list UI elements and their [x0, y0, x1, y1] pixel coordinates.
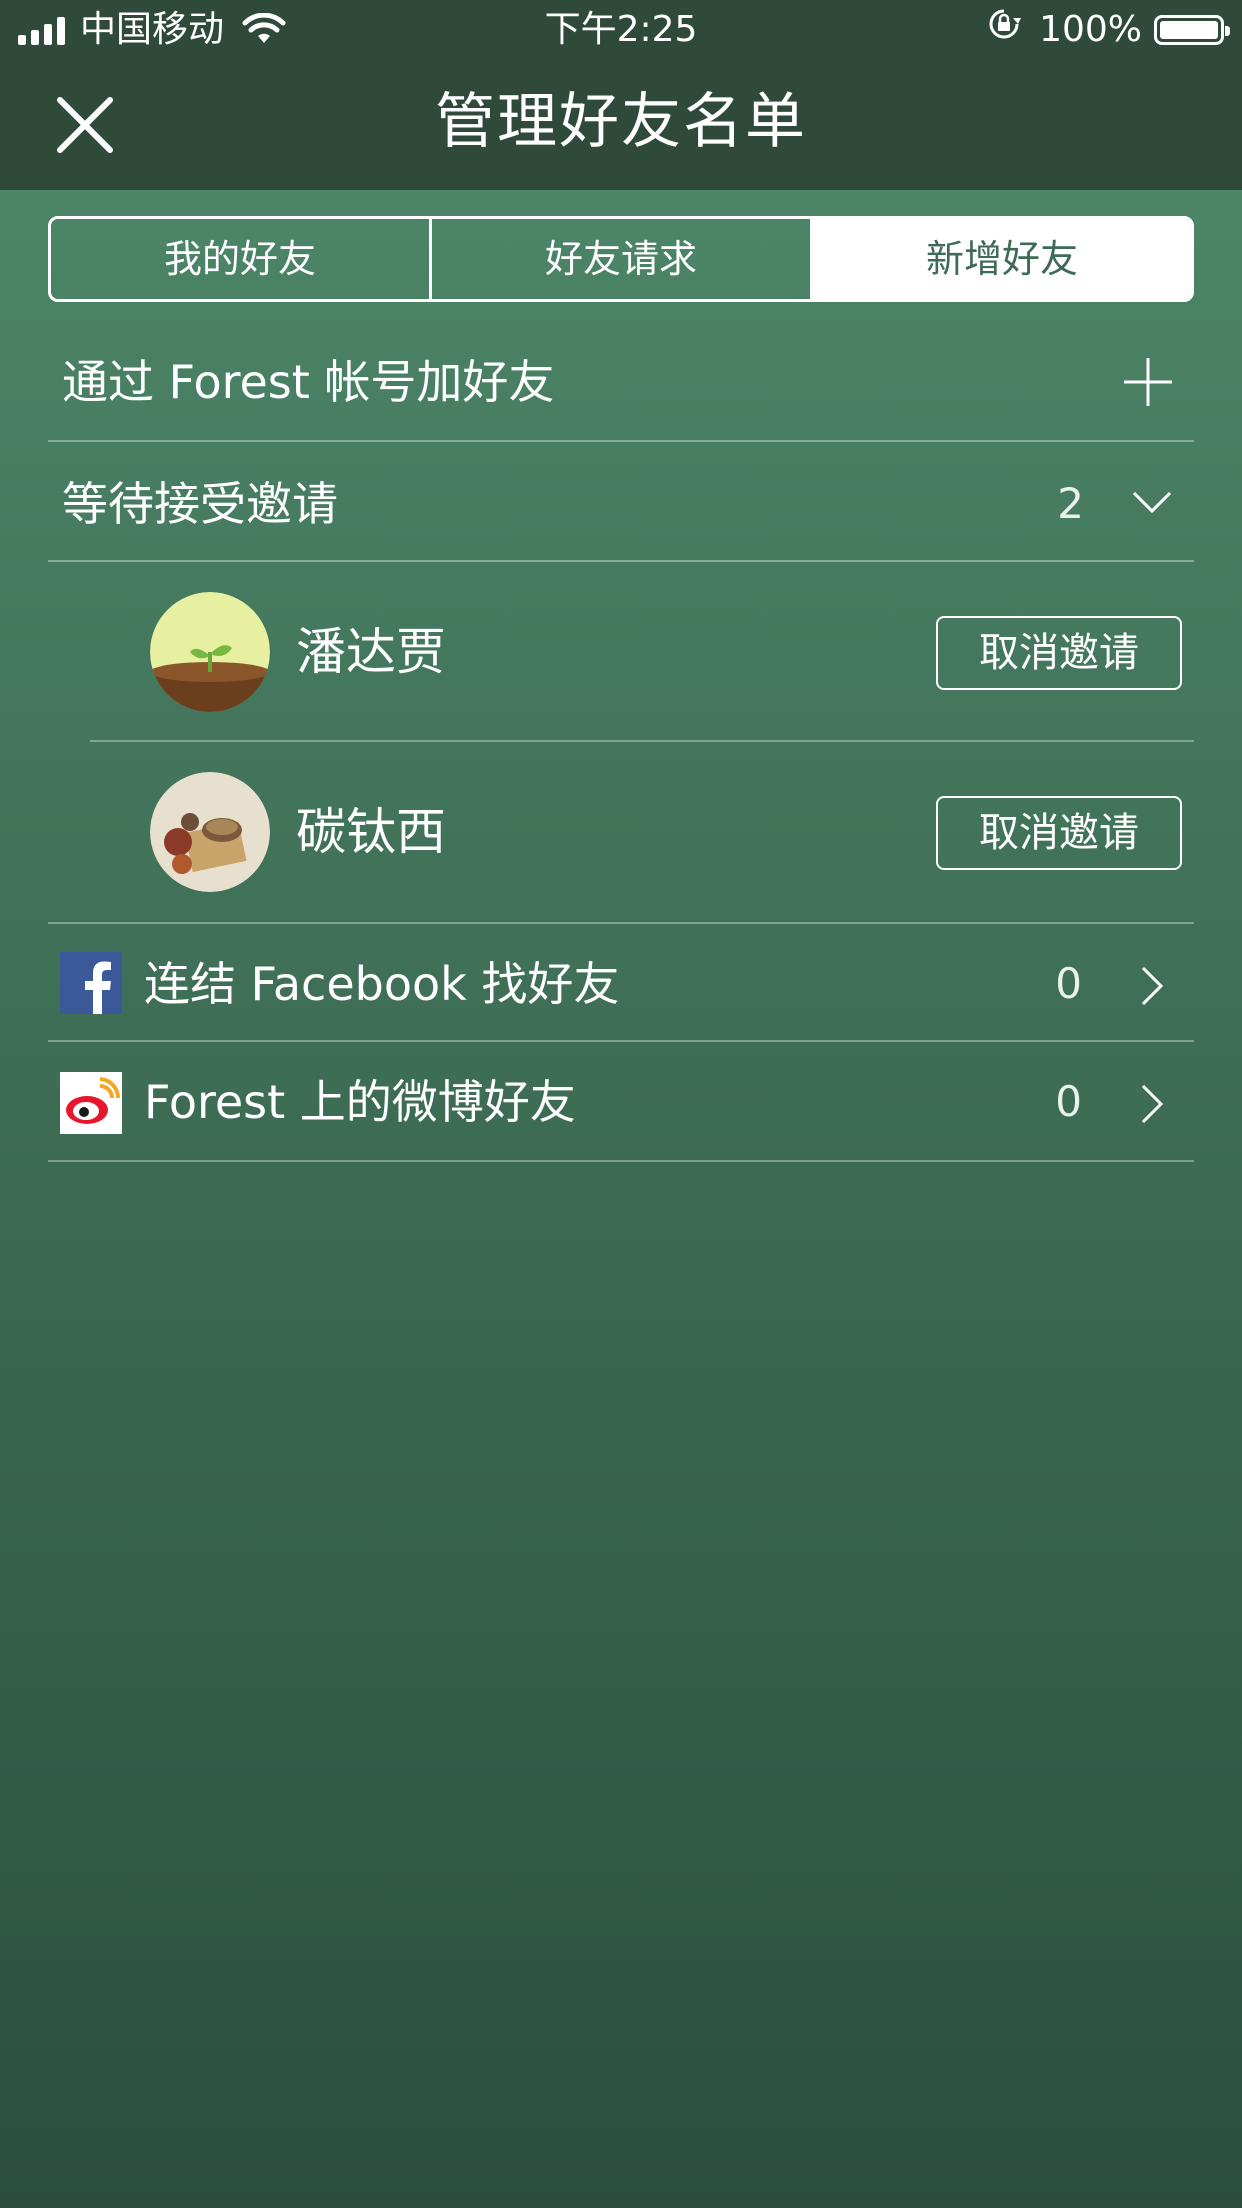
tab-friend-requests[interactable]: 好友请求 — [429, 219, 810, 299]
add-by-account-label: 通过 Forest 帐号加好友 — [62, 355, 555, 409]
list-item: 碳钛西 取消邀请 — [90, 742, 1194, 922]
food-photo-icon — [150, 772, 270, 892]
weibo-count: 0 — [1055, 1077, 1082, 1126]
chevron-right-icon[interactable] — [1140, 1084, 1164, 1128]
title-bar: 管理好友名单 — [0, 60, 1242, 190]
chevron-down-icon[interactable] — [1132, 490, 1172, 518]
cancel-invitation-button[interactable]: 取消邀请 — [936, 616, 1182, 690]
plus-icon[interactable] — [1122, 356, 1174, 412]
facebook-count: 0 — [1055, 959, 1082, 1008]
friend-name: 碳钛西 — [296, 803, 446, 861]
facebook-icon — [60, 952, 122, 1014]
battery-percentage: 100% — [1039, 9, 1142, 50]
weibo-icon — [60, 1072, 122, 1134]
sprout-icon — [150, 592, 270, 712]
friend-tabs: 我的好友 好友请求 新增好友 — [48, 216, 1194, 302]
avatar — [150, 592, 270, 712]
status-right: 100% — [987, 0, 1230, 60]
battery-icon — [1154, 15, 1230, 45]
chevron-right-icon[interactable] — [1140, 966, 1164, 1010]
facebook-row[interactable]: 连结 Facebook 找好友 0 — [48, 922, 1194, 1042]
cancel-invitation-button[interactable]: 取消邀请 — [936, 796, 1182, 870]
facebook-label: 连结 Facebook 找好友 — [144, 957, 620, 1011]
list-item: 潘达贾 取消邀请 — [90, 562, 1194, 742]
tab-my-friends[interactable]: 我的好友 — [51, 219, 429, 299]
weibo-row[interactable]: Forest 上的微博好友 0 — [48, 1042, 1194, 1162]
friend-name: 潘达贾 — [296, 623, 446, 681]
pending-invitations-row[interactable]: 等待接受邀请 2 — [48, 442, 1194, 562]
add-by-account-row[interactable]: 通过 Forest 帐号加好友 — [48, 322, 1194, 442]
page-title: 管理好友名单 — [435, 87, 807, 157]
avatar — [150, 772, 270, 892]
pending-invitations-label: 等待接受邀请 — [62, 477, 338, 531]
weibo-label: Forest 上的微博好友 — [144, 1075, 576, 1129]
rotation-lock-icon — [987, 0, 1022, 60]
top-bar: 中国移动 下午2:25 100% 管理好友名单 — [0, 0, 1242, 190]
pending-count: 2 — [1057, 479, 1084, 528]
tab-add-friends[interactable]: 新增好友 — [810, 219, 1191, 299]
status-bar: 中国移动 下午2:25 100% — [0, 0, 1242, 60]
